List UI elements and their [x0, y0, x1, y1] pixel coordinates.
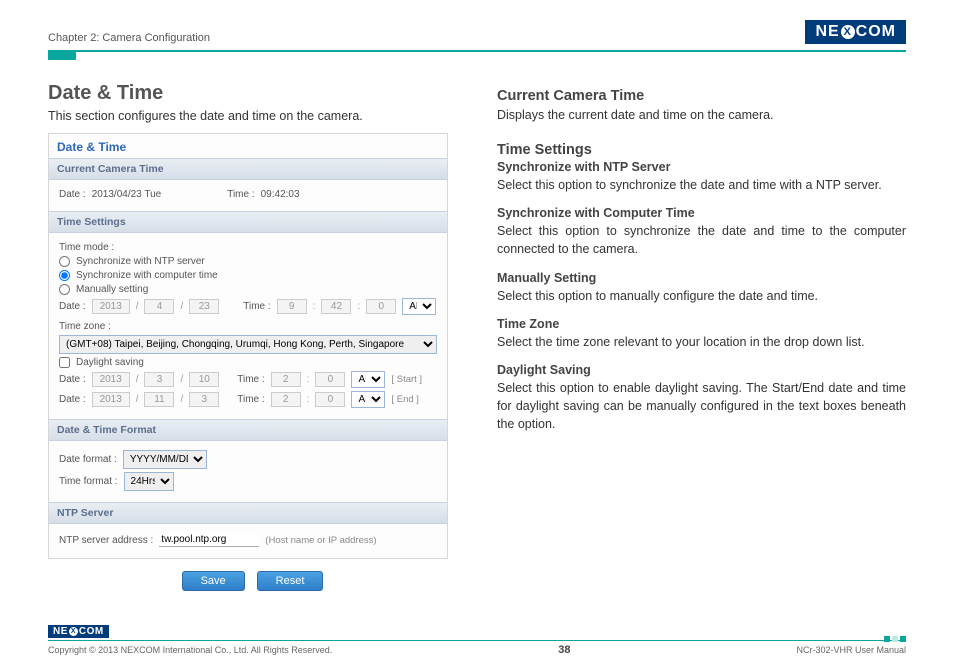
dls-date-label: Date :: [59, 374, 86, 385]
logo-x-icon: X: [69, 627, 78, 636]
dls2-month[interactable]: 11: [144, 392, 174, 407]
time-value: 09:42:03: [261, 189, 300, 200]
ntp-hint: (Host name or IP address): [265, 535, 376, 546]
ts-heading: Time Settings: [497, 142, 906, 158]
dateformat-select[interactable]: YYYY/MM/DD: [123, 450, 207, 469]
radio-computer[interactable]: [59, 270, 70, 281]
timeformat-label: Time format :: [59, 476, 118, 487]
dls2-ampm[interactable]: AM: [351, 391, 385, 408]
manual-ss[interactable]: 0: [366, 299, 396, 314]
dls1-ampm[interactable]: AM: [351, 371, 385, 388]
dls-start-label: [ Start ]: [391, 374, 422, 385]
comp-heading: Synchronize with Computer Time: [497, 206, 906, 220]
dls1-mm[interactable]: 0: [315, 372, 345, 387]
footer-squares-icon: [884, 636, 906, 642]
chapter-title: Chapter 2: Camera Configuration: [48, 32, 210, 44]
dls2-day[interactable]: 3: [189, 392, 219, 407]
timeformat-select[interactable]: 24Hrs: [124, 472, 174, 491]
manual-ampm[interactable]: AM: [402, 298, 436, 315]
cct-heading: Current Camera Time: [497, 88, 906, 104]
timezone-label: Time zone :: [59, 321, 111, 332]
radio-manual[interactable]: [59, 284, 70, 295]
ntp-heading: Synchronize with NTP Server: [497, 160, 906, 174]
logo-part: NE: [53, 626, 68, 637]
timezone-select[interactable]: (GMT+08) Taipei, Beijing, Chongqing, Uru…: [59, 335, 437, 354]
section-heading: Date & Time: [48, 82, 457, 105]
ntp-desc: Select this option to synchronize the da…: [497, 176, 906, 194]
copyright: Copyright © 2013 NEXCOM International Co…: [48, 645, 332, 655]
dls2-mm[interactable]: 0: [315, 392, 345, 407]
group-time-settings: Time Settings: [49, 211, 447, 233]
radio-ntp[interactable]: [59, 256, 70, 267]
dls-time-label2: Time :: [237, 394, 264, 405]
header-tab: [48, 50, 76, 60]
group-format: Date & Time Format: [49, 419, 447, 441]
tz-heading: Time Zone: [497, 317, 906, 331]
time-label: Time :: [227, 189, 254, 200]
doc-id: NCr-302-VHR User Manual: [796, 645, 906, 655]
manual-year[interactable]: 2013: [92, 299, 130, 314]
dls2-hh[interactable]: 2: [271, 392, 301, 407]
save-button[interactable]: Save: [182, 571, 245, 591]
section-intro: This section configures the date and tim…: [48, 109, 457, 123]
radio-computer-label: Synchronize with computer time: [76, 270, 218, 281]
config-panel: Date & Time Current Camera Time Date : 2…: [48, 133, 448, 559]
time-mode-label: Time mode :: [59, 242, 114, 253]
manual-day[interactable]: 23: [189, 299, 219, 314]
ntp-address-input[interactable]: [159, 533, 259, 547]
dls-desc: Select this option to enable daylight sa…: [497, 379, 906, 433]
manual-date-label: Date :: [59, 301, 86, 312]
dls1-hh[interactable]: 2: [271, 372, 301, 387]
group-current-time: Current Camera Time: [49, 158, 447, 180]
dls2-year[interactable]: 2013: [92, 392, 130, 407]
logo-part: NE: [815, 23, 839, 41]
header-rule: [48, 50, 906, 52]
comp-desc: Select this option to synchronize the da…: [497, 222, 906, 258]
manual-time-label: Time :: [243, 301, 270, 312]
logo-part: COM: [856, 23, 896, 41]
ntp-label: NTP server address :: [59, 535, 153, 546]
page-number: 38: [558, 644, 570, 656]
footer-logo: NE X COM: [48, 625, 109, 638]
group-ntp: NTP Server: [49, 502, 447, 524]
date-value: 2013/04/23 Tue: [92, 189, 162, 200]
date-label: Date :: [59, 189, 86, 200]
dls-date-label2: Date :: [59, 394, 86, 405]
manual-month[interactable]: 4: [144, 299, 174, 314]
dls-time-label: Time :: [237, 374, 264, 385]
dls1-day[interactable]: 10: [189, 372, 219, 387]
cct-desc: Displays the current date and time on th…: [497, 106, 906, 124]
radio-ntp-label: Synchronize with NTP server: [76, 256, 205, 267]
dls1-year[interactable]: 2013: [92, 372, 130, 387]
man-desc: Select this option to manually configure…: [497, 287, 906, 305]
dls1-month[interactable]: 3: [144, 372, 174, 387]
logo-part: COM: [79, 626, 104, 637]
logo-x-icon: X: [841, 25, 855, 39]
man-heading: Manually Setting: [497, 271, 906, 285]
daylight-label: Daylight saving: [76, 357, 144, 368]
panel-title: Date & Time: [49, 134, 447, 158]
dls-heading: Daylight Saving: [497, 363, 906, 377]
dateformat-label: Date format :: [59, 454, 117, 465]
daylight-checkbox[interactable]: [59, 357, 70, 368]
footer-rule: [48, 640, 906, 642]
radio-manual-label: Manually setting: [76, 284, 148, 295]
manual-hh[interactable]: 9: [277, 299, 307, 314]
reset-button[interactable]: Reset: [257, 571, 324, 591]
dls-end-label: [ End ]: [391, 394, 418, 405]
manual-mm[interactable]: 42: [321, 299, 351, 314]
brand-logo: NE X COM: [805, 20, 906, 44]
tz-desc: Select the time zone relevant to your lo…: [497, 333, 906, 351]
